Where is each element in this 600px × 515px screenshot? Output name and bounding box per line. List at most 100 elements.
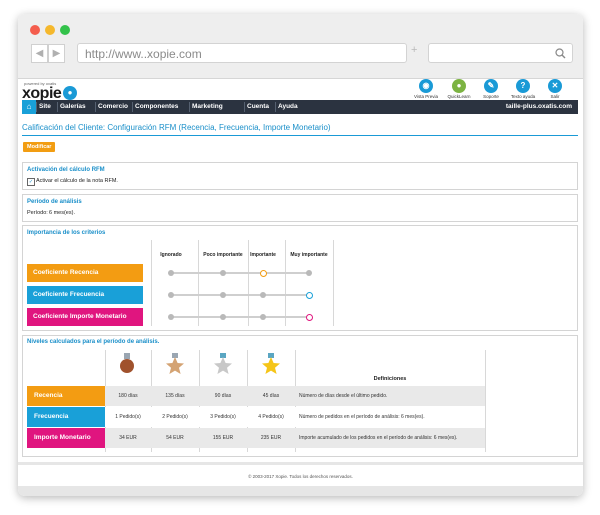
- menu-separator: [36, 102, 37, 112]
- header-icon-label: Soporte: [483, 94, 499, 99]
- menu-separator: [95, 102, 96, 112]
- page-title: Calificación del Cliente: Configuración …: [22, 123, 331, 132]
- levels-panel: Niveles calculados para el período de an…: [22, 335, 578, 457]
- home-icon[interactable]: ⌂: [22, 100, 36, 114]
- user-icon: ●: [452, 79, 466, 93]
- criterion-label: Coeficiente Recencia: [27, 264, 143, 282]
- level-definition-cell: Importe acumulado de los pedidos en el p…: [299, 435, 458, 441]
- level-value-cell: 155 EUR: [212, 435, 234, 441]
- close-icon: ✕: [548, 79, 562, 93]
- activation-title: Activación del cálculo RFM: [27, 167, 105, 173]
- browser-chrome: ◀ ▶ http://www..xopie.com +: [18, 14, 583, 79]
- importance-slider-stop[interactable]: [220, 270, 226, 276]
- importance-slider-stop[interactable]: [220, 292, 226, 298]
- help-icon: ?: [516, 79, 530, 93]
- footer-copyright: © 2003-2017 Xopie. Todos los derechos re…: [248, 474, 353, 479]
- level-value-cell: 4 Pedido(s): [258, 414, 284, 420]
- importance-slider-stop[interactable]: [168, 292, 174, 298]
- level-row-label: Frecuencia: [27, 407, 105, 427]
- level-row-label: Recencia: [27, 386, 105, 406]
- menu-separator: [275, 102, 276, 112]
- title-divider: [22, 135, 578, 136]
- gold-star-icon: [261, 353, 281, 375]
- header-preview-button[interactable]: ◉ Vista Previa: [409, 79, 443, 99]
- footer-divider: [18, 462, 583, 465]
- criterion-label: Coeficiente Frecuencia: [27, 286, 143, 304]
- importance-slider-track[interactable]: [171, 294, 309, 296]
- menu-item[interactable]: Galerías: [60, 100, 86, 114]
- back-arrow-icon[interactable]: ◀: [31, 44, 48, 63]
- period-panel: Período de análisis Período: 6 mes(es).: [22, 194, 578, 222]
- maximize-window-dot[interactable]: [60, 25, 70, 35]
- importance-slider-knob-selected[interactable]: [259, 269, 267, 277]
- activation-panel: Activación del cálculo RFM ✓ Activar el …: [22, 162, 578, 190]
- criterion-label: Coeficiente Importe Monetario: [27, 308, 143, 326]
- importance-panel: Importancia de los criterios Ignorado Poc…: [22, 225, 578, 331]
- importance-slider-knob-selected[interactable]: [305, 313, 313, 321]
- new-tab-icon[interactable]: +: [411, 44, 417, 56]
- address-bar[interactable]: http://www..xopie.com: [77, 43, 407, 63]
- level-value-cell: 54 EUR: [166, 435, 184, 441]
- period-title: Período de análisis: [27, 199, 82, 205]
- menu-item[interactable]: Marketing: [192, 100, 223, 114]
- importance-title: Importancia de los criterios: [27, 230, 106, 236]
- level-value-cell: 235 EUR: [260, 435, 282, 441]
- importance-slider-stop[interactable]: [260, 292, 266, 298]
- menu-item[interactable]: Ayuda: [278, 100, 298, 114]
- forward-arrow-icon[interactable]: ▶: [48, 44, 65, 63]
- preview-icon: ◉: [419, 79, 433, 93]
- minimize-window-dot[interactable]: [45, 25, 55, 35]
- importance-level-header: Ignorado: [160, 252, 182, 258]
- menu-separator: [244, 102, 245, 112]
- browser-window: ◀ ▶ http://www..xopie.com + powered by o…: [18, 14, 583, 496]
- level-value-cell: 1 Pedido(s): [115, 414, 141, 420]
- period-value: 6 mes(es).: [49, 210, 75, 216]
- main-menu-bar: ⌂ Site Galerías Comercio Componentes Marketi…: [22, 100, 578, 114]
- close-window-dot[interactable]: [30, 25, 40, 35]
- header-close-button[interactable]: ✕ Salir: [538, 79, 572, 99]
- modify-button[interactable]: Modificar: [23, 142, 56, 152]
- level-value-cell: 2 Pedido(s): [162, 414, 188, 420]
- level-definition-cell: Número de días desde el último pedido.: [299, 393, 388, 399]
- logo-emblem-icon: ●: [63, 86, 77, 100]
- level-row-label: Importe Monetario: [27, 428, 105, 448]
- header-user-button[interactable]: ● QuickLearn: [442, 79, 476, 99]
- activate-rfm-checkbox[interactable]: ✓: [27, 178, 35, 186]
- header-icon-label: Salir: [550, 94, 560, 99]
- levels-title: Niveles calculados para el período de an…: [27, 339, 160, 345]
- site-name[interactable]: taille-plus.oxatis.com: [506, 100, 572, 114]
- menu-item[interactable]: Comercio: [98, 100, 128, 114]
- importance-level-header: Importante: [250, 252, 276, 258]
- menu-separator: [189, 102, 190, 112]
- importance-level-header: Muy importante: [290, 252, 328, 258]
- importance-slider-track[interactable]: [171, 316, 309, 318]
- header-help-button[interactable]: ? Texto ayuda: [506, 79, 540, 99]
- level-value-cell: 180 días: [118, 393, 138, 399]
- header-icon-label: Vista Previa: [414, 94, 438, 99]
- header-wrench-button[interactable]: ✎ Soporte: [474, 79, 508, 99]
- level-definition-cell: Número de pedidos en el período de análi…: [299, 414, 425, 420]
- activate-rfm-label: Activar el cálculo de la nota RFM.: [36, 178, 118, 184]
- menu-item[interactable]: Cuenta: [247, 100, 269, 114]
- importance-slider-stop[interactable]: [168, 314, 174, 320]
- level-value-cell: 45 días: [262, 393, 280, 399]
- menu-item[interactable]: Site: [39, 100, 51, 114]
- header-icon-label: QuickLearn: [447, 94, 471, 99]
- menu-item[interactable]: Componentes: [135, 100, 178, 114]
- importance-slider-track[interactable]: [171, 272, 309, 274]
- importance-slider-stop[interactable]: [168, 270, 174, 276]
- importance-slider-stop[interactable]: [260, 314, 266, 320]
- page-bottom-bar: [18, 486, 583, 496]
- definitions-header: Definiciones: [373, 376, 407, 382]
- level-value-cell: 90 días: [214, 393, 232, 399]
- importance-slider-stop[interactable]: [220, 314, 226, 320]
- level-value-cell: 3 Pedido(s): [210, 414, 236, 420]
- importance-slider-stop[interactable]: [306, 270, 312, 276]
- menu-separator: [57, 102, 58, 112]
- importance-slider-knob-selected[interactable]: [305, 291, 313, 299]
- search-icon: [555, 48, 566, 59]
- header-icon-label: Texto ayuda: [510, 94, 536, 99]
- browser-search-field[interactable]: [428, 43, 573, 63]
- wrench-icon: ✎: [484, 79, 498, 93]
- level-value-cell: 135 días: [165, 393, 185, 399]
